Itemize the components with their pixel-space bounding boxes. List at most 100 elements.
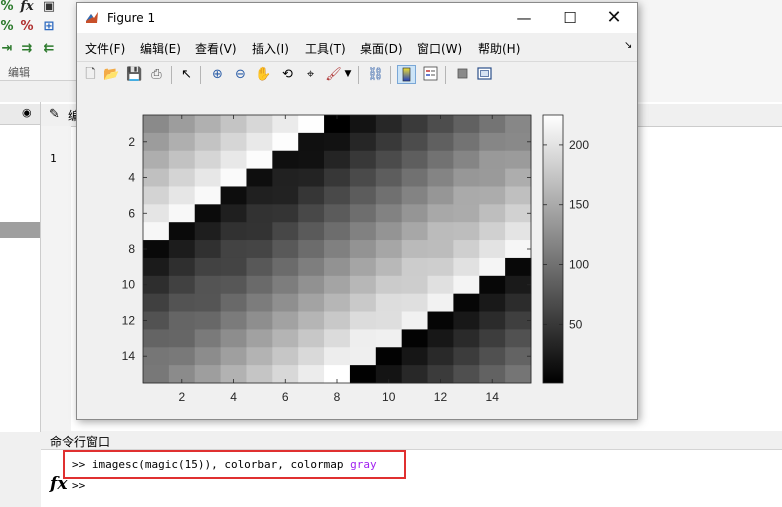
- colorbar[interactable]: [542, 114, 564, 384]
- heatmap-cell: [220, 186, 247, 205]
- heatmap-cell: [246, 329, 273, 348]
- maximize-button[interactable]: ☐: [547, 3, 593, 33]
- menu-view[interactable]: 查看(V): [195, 40, 237, 57]
- heatmap-cell: [324, 240, 351, 259]
- heatmap-cell: [246, 150, 273, 169]
- heatmap-cell: [143, 365, 170, 384]
- heatmap-cell: [453, 204, 480, 223]
- heatmap-cell: [427, 293, 454, 312]
- menu-file[interactable]: 文件(F): [85, 40, 125, 57]
- figure-canvas[interactable]: 2 4 6 8 10 12 14 2 4 6 8 10 12 14 50 100 150 200: [77, 89, 637, 419]
- y-tick-label: 6: [128, 206, 135, 220]
- y-tick-label: 10: [122, 278, 136, 292]
- heatmap-cell: [272, 168, 299, 187]
- data-cursor-icon[interactable]: ⌖: [301, 65, 320, 84]
- hide-plot-tools-icon[interactable]: [453, 65, 472, 84]
- command-prompt[interactable]: >>: [72, 479, 85, 492]
- heatmap-cell: [505, 293, 532, 312]
- open-file-icon[interactable]: 📂: [102, 65, 121, 84]
- heatmap-cell: [168, 186, 196, 205]
- heatmap-cell: [168, 311, 196, 330]
- heatmap-cell: [427, 150, 454, 169]
- brush-dropdown-icon[interactable]: ▼: [343, 65, 353, 84]
- heatmap-cell: [298, 365, 325, 384]
- heatmap-cell: [453, 329, 480, 348]
- figure-titlebar[interactable]: Figure 1 — ☐ ✕: [77, 3, 637, 33]
- menu-insert[interactable]: 插入(I): [252, 40, 289, 57]
- close-button[interactable]: ✕: [591, 3, 637, 33]
- heatmap-cell: [375, 222, 403, 241]
- heatmap-cell: [220, 132, 247, 152]
- dock-arrow-icon[interactable]: ↘: [624, 40, 632, 51]
- heatmap-cell: [324, 311, 351, 330]
- heatmap-cell: [401, 168, 428, 187]
- heatmap-cell: [375, 257, 403, 277]
- colorbar-toggle-icon[interactable]: [397, 65, 416, 84]
- function-browser-icon[interactable]: fx: [50, 474, 67, 494]
- heatmap-cell: [324, 186, 351, 205]
- heatmap-cell: [246, 257, 273, 277]
- current-folder-header: ◉: [0, 104, 40, 125]
- heatmap-cell: [194, 347, 221, 366]
- heatmap-cell: [505, 365, 532, 384]
- heatmap-cell: [324, 293, 351, 312]
- save-icon[interactable]: 💾: [125, 65, 144, 84]
- menu-help[interactable]: 帮助(H): [478, 40, 520, 57]
- panel-menu-icon[interactable]: ◉: [22, 106, 32, 119]
- heatmap-cell: [272, 222, 299, 241]
- rotate-3d-icon[interactable]: ⟲: [278, 65, 297, 84]
- heatmap-cell: [168, 347, 196, 366]
- uncomment-icon[interactable]: %: [20, 20, 34, 34]
- pan-hand-icon[interactable]: ✋: [254, 65, 273, 84]
- comment-icon[interactable]: %: [0, 20, 14, 34]
- heatmap-cell: [453, 311, 480, 330]
- heatmap-cell: [453, 168, 480, 187]
- heatmap-cell: [349, 222, 377, 241]
- current-folder-panel: [0, 102, 41, 432]
- fx-icon[interactable]: fx: [20, 0, 34, 14]
- heatmap-cell: [220, 257, 247, 277]
- command-line[interactable]: >> imagesc(magic(15)), colorbar, colorma…: [72, 458, 377, 471]
- increase-indent-icon[interactable]: ⇉: [20, 42, 34, 56]
- minimize-button[interactable]: —: [501, 3, 547, 33]
- heatmap-cell: [427, 311, 454, 330]
- print-icon[interactable]: ⎙: [147, 65, 166, 84]
- indent-icon[interactable]: ⇥: [0, 42, 14, 56]
- heatmap-cell: [246, 186, 273, 205]
- toolstrip-bottom-strip: [637, 80, 782, 103]
- heatmap-cell: [479, 347, 506, 366]
- toolbar-separator: [445, 66, 446, 84]
- decrease-indent-icon[interactable]: ⇇: [42, 42, 56, 56]
- heatmap-cell: [272, 257, 299, 277]
- brush-icon[interactable]: 🖌: [324, 65, 343, 84]
- heatmap-cell: [168, 132, 196, 152]
- heatmap-cell: [220, 311, 247, 330]
- heatmap-plot[interactable]: 2 4 6 8 10 12 14 2 4 6 8 10 12 14 50 100 150 200: [77, 89, 637, 419]
- menu-edit[interactable]: 编辑(E): [140, 40, 181, 57]
- show-plot-tools-icon[interactable]: [475, 65, 494, 84]
- heatmap-cell: [349, 311, 377, 330]
- pointer-icon[interactable]: ↖: [177, 65, 196, 84]
- heatmap-cell: [194, 275, 221, 295]
- heatmap-cell: [453, 186, 480, 205]
- legend-toggle-icon[interactable]: [421, 65, 440, 84]
- heatmap-cell: [427, 257, 454, 277]
- insert-icon[interactable]: ▣: [42, 0, 56, 14]
- zoom-out-icon[interactable]: ⊖: [231, 65, 250, 84]
- heatmap-cell: [324, 347, 351, 366]
- menu-window[interactable]: 窗口(W): [417, 40, 462, 57]
- heatmap-cell: [220, 293, 247, 312]
- percent-icon[interactable]: %: [0, 0, 14, 14]
- new-figure-icon[interactable]: 🗋: [81, 65, 100, 84]
- selected-file-row[interactable]: [0, 222, 40, 238]
- menu-tools[interactable]: 工具(T): [305, 40, 346, 57]
- heatmap-cell: [479, 186, 506, 205]
- figure-menubar: 文件(F) 编辑(E) 查看(V) 插入(I) 工具(T) 桌面(D) 窗口(W…: [77, 35, 637, 61]
- y-tick-label: 12: [122, 313, 136, 327]
- wrap-comments-icon[interactable]: ⊞: [42, 20, 56, 34]
- zoom-in-icon[interactable]: ⊕: [208, 65, 227, 84]
- heatmap-cell: [401, 222, 428, 241]
- link-plot-icon[interactable]: ⛓: [366, 65, 385, 84]
- heatmap-cell: [246, 132, 273, 152]
- menu-desktop[interactable]: 桌面(D): [360, 40, 403, 57]
